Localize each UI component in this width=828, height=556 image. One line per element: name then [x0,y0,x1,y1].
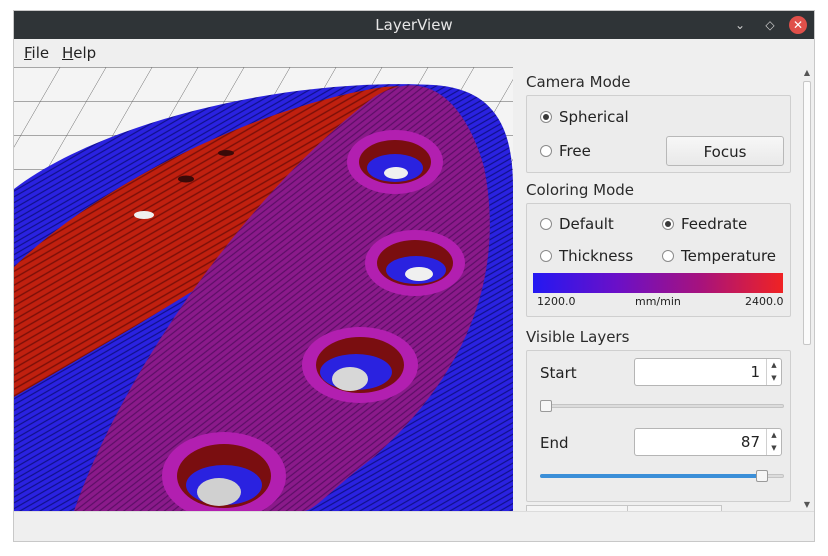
window-title: LayerView [375,16,453,34]
start-spin-buttons[interactable]: ▲ ▼ [766,359,781,385]
radio-feedrate-indicator [662,218,674,230]
scroll-down-icon[interactable]: ▼ [800,499,814,511]
coloring-mode-heading: Coloring Mode [526,181,634,199]
3d-viewport[interactable] [14,67,513,511]
minimize-icon[interactable]: ⌄ [730,15,750,35]
title-bar[interactable]: LayerView ⌄ ◇ ✕ [14,11,814,39]
radio-temperature[interactable]: Temperature [662,247,776,265]
start-label: Start [540,364,577,382]
end-slider[interactable] [540,470,784,482]
hole-1 [347,130,443,194]
start-spinbox[interactable]: 1 ▲ ▼ [634,358,782,386]
legend-unit: mm/min [635,295,681,308]
visible-layers-group: Start 1 ▲ ▼ End 87 ▲ ▼ [526,350,791,502]
menu-bar: File Help [14,39,814,67]
end-spin-buttons[interactable]: ▲ ▼ [766,429,781,455]
settings-panel: Camera Mode Spherical Free Focus Colorin… [518,67,798,511]
radio-default[interactable]: Default [540,215,614,233]
menu-file-label: ile [31,44,50,62]
end-spin-down-icon[interactable]: ▼ [767,442,781,455]
radio-free[interactable]: Free [540,142,591,160]
camera-mode-heading: Camera Mode [526,73,631,91]
scrollbar-thumb[interactable] [803,81,811,345]
end-spinbox[interactable]: 87 ▲ ▼ [634,428,782,456]
end-value: 87 [740,433,760,451]
radio-temperature-indicator [662,250,674,262]
legend-max: 2400.0 [745,295,784,308]
menu-file-mnemonic: F [24,44,32,62]
radio-thickness-indicator [540,250,552,262]
menu-help-label: elp [73,44,97,62]
radio-feedrate[interactable]: Feedrate [662,215,747,233]
menu-help-mnemonic: H [62,44,74,62]
end-label: End [540,434,569,452]
hole-3 [302,327,418,403]
radio-free-indicator [540,145,552,157]
start-spin-up-icon[interactable]: ▲ [767,359,781,372]
start-value: 1 [750,363,760,381]
radio-thickness[interactable]: Thickness [540,247,633,265]
panel-scrollbar[interactable]: ▲ ▼ [800,67,814,511]
radio-free-label: Free [559,142,591,160]
focus-button[interactable]: Focus [666,136,784,166]
scroll-up-icon[interactable]: ▲ [800,67,814,79]
maximize-icon[interactable]: ◇ [760,15,780,35]
radio-temperature-label: Temperature [681,247,777,265]
visible-layers-heading: Visible Layers [526,328,630,346]
start-slider[interactable] [540,400,784,412]
menu-help[interactable]: Help [62,44,96,62]
end-slider-fill [540,474,767,478]
app-window: LayerView ⌄ ◇ ✕ File Help Camera Mode Sp… [14,11,814,541]
coloring-mode-group: Default Feedrate Thickness Temperature 1… [526,203,791,317]
radio-spherical-label: Spherical [559,108,629,126]
layer-render [14,67,513,511]
camera-mode-group: Spherical Free Focus [526,95,791,173]
end-slider-handle[interactable] [756,470,768,482]
start-slider-handle[interactable] [540,400,552,412]
radio-default-indicator [540,218,552,230]
radio-feedrate-label: Feedrate [681,215,748,233]
status-bar [14,511,814,541]
legend-min: 1200.0 [537,295,576,308]
radio-thickness-label: Thickness [559,247,634,265]
radio-default-label: Default [559,215,614,233]
end-spin-up-icon[interactable]: ▲ [767,429,781,442]
color-legend-gradient [533,273,783,293]
radio-spherical[interactable]: Spherical [540,108,629,126]
close-icon[interactable]: ✕ [789,16,807,34]
hole-2 [365,230,465,296]
radio-spherical-indicator [540,111,552,123]
start-slider-track [540,404,784,408]
start-spin-down-icon[interactable]: ▼ [767,372,781,385]
menu-file[interactable]: File [24,44,49,62]
